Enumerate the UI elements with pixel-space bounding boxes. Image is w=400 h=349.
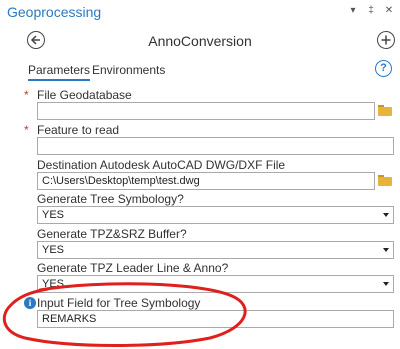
tool-header: AnnoConversion [0,28,400,54]
select-value: YES [42,209,65,221]
select-value: YES [42,244,65,256]
add-icon [381,35,391,45]
tool-name: AnnoConversion [148,33,252,49]
tpz-leader-select[interactable]: YES [37,275,394,293]
tab-environments[interactable]: Environments [92,63,165,77]
dropdown-menu-icon[interactable]: ▾ [348,5,358,16]
info-icon[interactable]: i [24,297,36,309]
input-field-tree-symbology[interactable]: REMARKS [37,310,394,328]
param-label: Generate TPZ Leader Line & Anno? [37,261,229,275]
destination-file-input[interactable]: C:\Users\Desktop\temp\test.dwg [37,172,375,190]
feature-to-read-input[interactable] [37,137,394,155]
pane-titlebar: Geoprocessing ▾ ‡ ✕ [0,0,400,24]
chevron-down-icon [383,213,389,217]
tpz-buffer-select[interactable]: YES [37,241,394,259]
tree-symbology-select[interactable]: YES [37,206,394,224]
param-label: Input Field for Tree Symbology [37,296,201,310]
tab-parameters[interactable]: Parameters [28,63,91,81]
help-icon[interactable]: ? [375,60,392,77]
file-geodatabase-input[interactable] [37,102,375,120]
param-label: File Geodatabase [37,88,132,102]
close-icon[interactable]: ✕ [384,5,394,16]
add-button[interactable] [377,31,395,49]
pane-title: Geoprocessing [7,4,102,20]
param-label: Generate TPZ&SRZ Buffer? [37,227,187,241]
required-asterisk: * [24,88,29,102]
select-value: YES [42,278,65,290]
chevron-down-icon [383,248,389,252]
pin-icon[interactable]: ‡ [366,5,376,16]
window-controls: ▾ ‡ ✕ [348,5,394,16]
tab-bar: Parameters Environments ? [0,60,400,82]
folder-icon[interactable] [378,105,392,116]
param-label: Destination Autodesk AutoCAD DWG/DXF Fil… [37,158,286,172]
param-label: Feature to read [37,123,120,137]
param-label: Generate Tree Symbology? [37,192,184,206]
folder-icon[interactable] [378,175,392,186]
chevron-down-icon [383,282,389,286]
required-asterisk: * [24,123,29,137]
